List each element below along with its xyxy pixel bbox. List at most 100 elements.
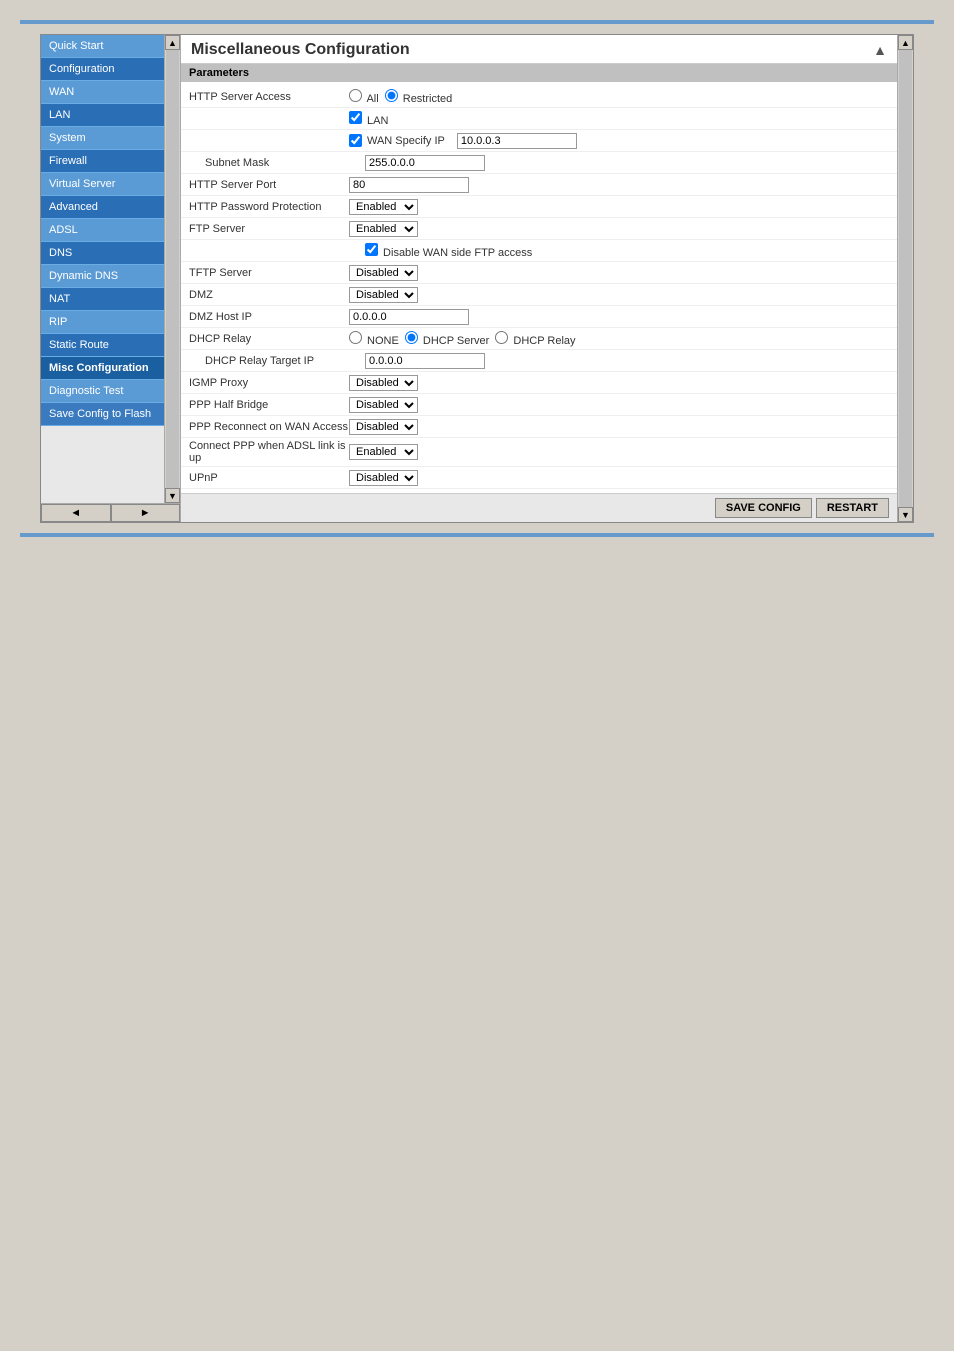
form-label-igmp-proxy: IGMP Proxy [189,377,349,389]
sidebar: Quick StartConfigurationWANLANSystemFire… [41,35,181,522]
sidebar-scroll-down[interactable]: ▼ [165,488,180,503]
select-igmp-proxy[interactable]: EnabledDisabled [349,375,418,391]
form-value-subnet-mask [365,155,889,171]
sidebar-nav-buttons: ◄ ► [41,503,180,522]
sidebar-item-virtual-server[interactable]: Virtual Server [41,173,164,196]
form-value-wan-specify-ip: WAN Specify IP [349,133,889,149]
radio-dhcp-relay-none[interactable] [349,331,362,344]
sidebar-item-lan[interactable]: LAN [41,104,164,127]
save-config-button[interactable]: SAVE CONFIG [715,498,812,518]
sidebar-item-diagnostic-test[interactable]: Diagnostic Test [41,380,164,403]
input-subnet-mask[interactable] [365,155,485,171]
main-scroll-up[interactable]: ▲ [898,35,913,50]
sidebar-item-misc-configuration[interactable]: Misc Configuration [41,357,164,380]
sidebar-item-static-route[interactable]: Static Route [41,334,164,357]
radio-label-http-server-access-restricted[interactable]: Restricted [385,93,453,105]
sidebar-item-adsl[interactable]: ADSL [41,219,164,242]
form-value-lan-checkbox: LAN [349,111,889,127]
radio-label-dhcp-relay-dhcp-relay[interactable]: DHCP Relay [495,335,575,347]
select-ftp-server[interactable]: EnabledDisabled [349,221,418,237]
sidebar-item-dynamic-dns[interactable]: Dynamic DNS [41,265,164,288]
panel-scroll-up[interactable]: ▲ [873,42,887,58]
radio-http-server-access-restricted[interactable] [385,89,398,102]
sidebar-item-save-config[interactable]: Save Config to Flash [41,403,164,426]
sidebar-item-wan[interactable]: WAN [41,81,164,104]
form-label-dmz: DMZ [189,289,349,301]
select-tftp-server[interactable]: EnabledDisabled [349,265,418,281]
checkbox-label-wan-specify-ip[interactable]: WAN Specify IP [349,134,445,147]
form-area: HTTP Server Access All Restricted LAN WAN… [181,82,897,493]
checkbox-disable-wan-ftp[interactable] [365,243,378,256]
form-value-dmz-host-ip [349,309,889,325]
form-row-ppp-reconnect-wan: PPP Reconnect on WAN AccessEnabledDisabl… [181,416,897,438]
form-row-dmz-host-ip: DMZ Host IP [181,306,897,328]
sidebar-item-system[interactable]: System [41,127,164,150]
params-header: Parameters [181,64,897,82]
form-row-wan-specify-ip: WAN Specify IP [181,130,897,152]
select-http-password-protection[interactable]: EnabledDisabled [349,199,418,215]
sidebar-scrollbar: ▲ ▼ [164,35,180,503]
form-value-ppp-half-bridge: EnabledDisabled [349,397,889,413]
form-label-connect-ppp-adsl: Connect PPP when ADSL link is up [189,440,349,464]
form-row-upnp: UPnPEnabledDisabled [181,467,897,489]
form-label-ppp-half-bridge: PPP Half Bridge [189,399,349,411]
radio-dhcp-relay-dhcp-server[interactable] [405,331,418,344]
sidebar-nav-left[interactable]: ◄ [41,504,111,522]
sidebar-item-firewall[interactable]: Firewall [41,150,164,173]
form-row-dhcp-relay: DHCP Relay NONE DHCP Server DHCP Relay [181,328,897,350]
form-label-http-server-access: HTTP Server Access [189,91,349,103]
select-dmz[interactable]: EnabledDisabled [349,287,418,303]
input-dhcp-relay-target-ip[interactable] [365,353,485,369]
form-value-http-server-access: All Restricted [349,89,889,105]
form-label-dhcp-relay-target-ip: DHCP Relay Target IP [205,355,365,367]
select-connect-ppp-adsl[interactable]: EnabledDisabled [349,444,418,460]
form-value-ftp-server: EnabledDisabled [349,221,889,237]
sidebar-item-nat[interactable]: NAT [41,288,164,311]
form-row-connect-ppp-adsl: Connect PPP when ADSL link is upEnabledD… [181,438,897,467]
checkbox-wan-specify-ip[interactable] [349,134,362,147]
select-upnp[interactable]: EnabledDisabled [349,470,418,486]
sidebar-scroll-up[interactable]: ▲ [165,35,180,50]
main-panel: Miscellaneous Configuration ▲ Parameters… [181,35,897,522]
sidebar-nav-right[interactable]: ► [111,504,181,522]
select-ppp-reconnect-wan[interactable]: EnabledDisabled [349,419,418,435]
radio-dhcp-relay-dhcp-relay[interactable] [495,331,508,344]
form-value-disable-wan-ftp: Disable WAN side FTP access [365,243,889,259]
sidebar-item-configuration[interactable]: Configuration [41,58,164,81]
panel-title: Miscellaneous Configuration [191,41,410,59]
checkbox-label-lan-checkbox[interactable]: LAN [349,115,388,127]
input-http-server-port[interactable] [349,177,469,193]
form-row-igmp-proxy: IGMP ProxyEnabledDisabled [181,372,897,394]
radio-label-dhcp-relay-none[interactable]: NONE [349,335,399,347]
input-wan-specify-ip[interactable] [457,133,577,149]
main-scrollbar: ▲ ▼ [897,35,913,522]
form-value-connect-ppp-adsl: EnabledDisabled [349,444,889,460]
sidebar-scroll-track [166,50,179,488]
form-label-ppp-reconnect-wan: PPP Reconnect on WAN Access [189,421,349,433]
form-row-http-password-protection: HTTP Password ProtectionEnabledDisabled [181,196,897,218]
top-bar [20,20,934,24]
bottom-bar [20,533,934,537]
sidebar-item-dns[interactable]: DNS [41,242,164,265]
form-value-igmp-proxy: EnabledDisabled [349,375,889,391]
sidebar-item-rip[interactable]: RIP [41,311,164,334]
checkbox-lan-checkbox[interactable] [349,111,362,124]
form-label-ftp-server: FTP Server [189,223,349,235]
form-value-dhcp-relay-target-ip [365,353,889,369]
sidebar-item-advanced[interactable]: Advanced [41,196,164,219]
radio-label-http-server-access-all[interactable]: All [349,93,379,105]
form-row-ftp-server: FTP ServerEnabledDisabled [181,218,897,240]
form-row-ppp-half-bridge: PPP Half BridgeEnabledDisabled [181,394,897,416]
bottom-buttons: SAVE CONFIG RESTART [181,493,897,522]
sidebar-item-quick-start[interactable]: Quick Start [41,35,164,58]
restart-button[interactable]: RESTART [816,498,889,518]
form-row-http-server-access: HTTP Server Access All Restricted [181,86,897,108]
main-scroll-down[interactable]: ▼ [898,507,913,522]
select-ppp-half-bridge[interactable]: EnabledDisabled [349,397,418,413]
form-row-disable-wan-ftp: Disable WAN side FTP access [181,240,897,262]
radio-http-server-access-all[interactable] [349,89,362,102]
checkbox-label-disable-wan-ftp[interactable]: Disable WAN side FTP access [365,247,532,259]
radio-label-dhcp-relay-dhcp-server[interactable]: DHCP Server [405,335,489,347]
sidebar-scroll[interactable]: Quick StartConfigurationWANLANSystemFire… [41,35,164,503]
input-dmz-host-ip[interactable] [349,309,469,325]
